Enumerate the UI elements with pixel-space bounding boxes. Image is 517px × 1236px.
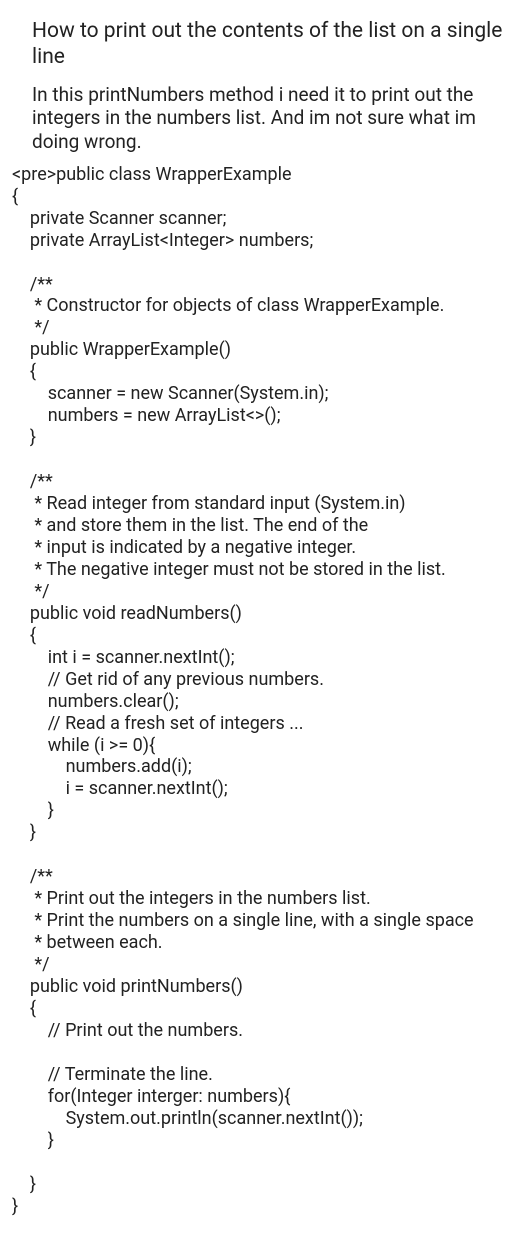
question-description: In this printNumbers method i need it to… bbox=[12, 83, 505, 154]
code-block: <pre>public class WrapperExample { priva… bbox=[12, 164, 505, 1218]
question-title: How to print out the contents of the lis… bbox=[12, 18, 505, 71]
